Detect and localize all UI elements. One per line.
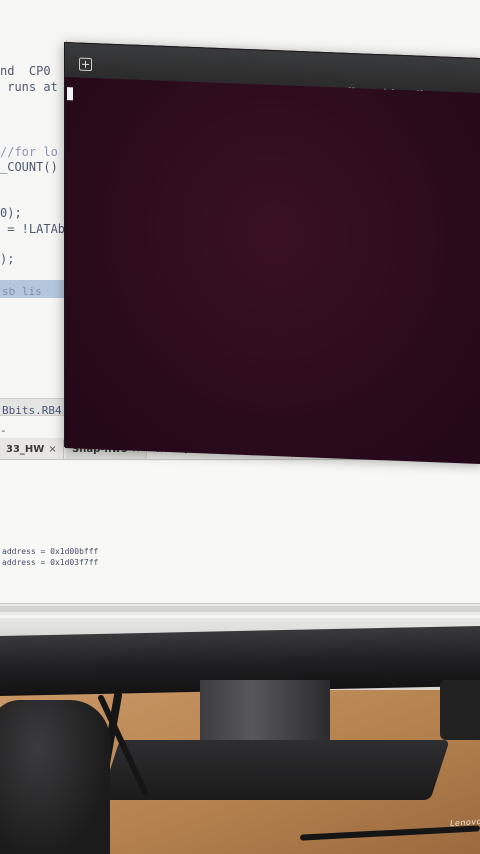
terminal-window[interactable]: dk@rubberdk: ~ — [64, 42, 480, 465]
status-text: Bbits.RB4 - — [0, 404, 62, 437]
output-panel: address = 0x1d00bfff address = 0x1d03f7f… — [0, 461, 480, 601]
close-icon[interactable]: × — [48, 444, 56, 455]
text-cursor — [67, 87, 73, 101]
right-object — [440, 680, 480, 740]
editor-status-strip: Bbits.RB4 - — [0, 398, 70, 437]
code-comment: //for lo — [0, 145, 58, 159]
output-line: address = 0x1d00bfff — [2, 547, 99, 556]
monitor-stand-base — [100, 740, 450, 800]
code-line: ); — [0, 252, 15, 266]
tab-33-hw[interactable]: 33_HW × — [0, 440, 64, 459]
code-line: 0); — [0, 206, 22, 220]
selected-code-text: sb lis — [2, 285, 42, 298]
code-line: runs at — [0, 80, 58, 94]
dark-object — [0, 700, 110, 854]
code-line: nd CP0 — [0, 64, 51, 78]
output-line: address = 0x1d03f7ff — [2, 558, 99, 567]
monitor-screen: nd CP0 runs at //for lo _COUNT() 0); = !… — [0, 0, 480, 640]
tab-label: 33_HW — [6, 444, 45, 455]
code-line: = !LATAb — [0, 222, 66, 236]
new-tab-icon[interactable] — [79, 57, 92, 72]
code-line: _COUNT() — [0, 160, 58, 174]
scrollbar-thumb[interactable] — [0, 606, 480, 612]
selected-code[interactable]: sb lis — [0, 280, 70, 298]
terminal-body[interactable] — [65, 77, 480, 465]
